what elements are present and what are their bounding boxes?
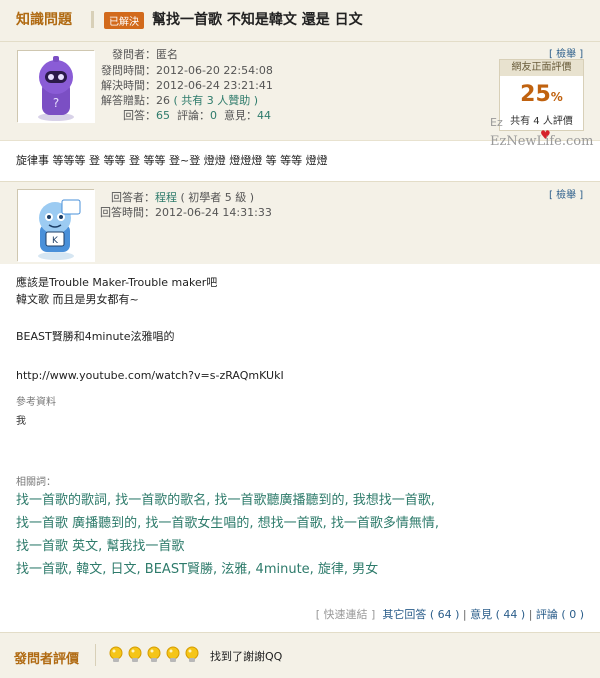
rating-value-wrap: 25% [500, 82, 583, 107]
question-body: 旋律事 等等等 登 等等 登 等等 登~登 燈燈 燈燈燈 等 等等 燈燈 [16, 154, 328, 167]
answerer-name[interactable]: 程程 [155, 191, 177, 204]
footer-divider-1: | [462, 608, 467, 621]
quick-link[interactable]: [ 快速連結 ] [316, 608, 376, 621]
question-title: 幫找一首歌 不知是韓文 還是 日文 [152, 12, 363, 28]
answer-time-row: 回答時間：2012-06-24 14:31:33 [99, 206, 272, 220]
asked-time-row: 發問時間：2012-06-20 22:54:08 [100, 64, 273, 78]
svg-text:?: ? [53, 96, 59, 110]
reference-label: 參考資料 [16, 397, 56, 408]
lightbulb-icon [109, 646, 123, 662]
resolved-badge: 已解決 [104, 12, 144, 29]
related-terms-line-2[interactable]: 找一首歌 廣播聽到的, 找一首歌女生唱的, 想找一首歌, 找一首歌多情無情, [16, 512, 439, 531]
rating-count: 共有 4 人評價 [510, 116, 573, 127]
solved-time-key: 解決時間： [101, 79, 156, 92]
related-terms-line-1[interactable]: 找一首歌的歌詞, 找一首歌的歌名, 找一首歌聽廣播聽到的, 我想找一首歌, [16, 489, 435, 508]
asker-key: 發問者： [112, 48, 156, 61]
opinions-link[interactable]: 意見 ( 44 ) [470, 608, 525, 621]
opinions-count[interactable]: 44 [257, 109, 271, 122]
asker-evaluation-panel [0, 632, 600, 678]
asked-time-key: 發問時間： [101, 64, 156, 77]
asker-avatar[interactable]: ? [17, 50, 95, 123]
rating-value: 25 [520, 82, 551, 107]
watermark-site: EzNewLife.com [490, 134, 594, 149]
stats-row: 回答：65 評論：0 意見：44 [100, 109, 271, 123]
answer-line-2: 韓文歌 而且是男女都有~ [16, 293, 139, 306]
answers-key: 回答： [123, 109, 156, 122]
opinions-key: 意見： [224, 109, 257, 122]
answers-count[interactable]: 65 [156, 109, 170, 122]
rating-heading: 網友正面評價 [500, 60, 583, 76]
other-answers-link[interactable]: 其它回答 ( 64 ) [382, 608, 459, 621]
report-question-link[interactable]: [ 檢舉 ] [549, 45, 583, 60]
answerer-level: ( 初學者 5 級 ) [180, 191, 255, 204]
answer-time-value: 2012-06-24 14:31:33 [155, 206, 272, 219]
solved-time-value: 2012-06-24 23:21:41 [156, 79, 273, 92]
related-terms-line-4[interactable]: 找一首歌, 韓文, 日文, BEAST賢勝, 泫雅, 4minute, 旋律, … [16, 558, 378, 577]
points-sponsor-note[interactable]: ( 共有 3 人贊助 ) [174, 94, 259, 107]
comments-count[interactable]: 0 [210, 109, 217, 122]
answerer-avatar[interactable]: K [17, 189, 95, 262]
footer-divider-2: | [528, 608, 533, 621]
purple-robot-avatar-icon: ? [18, 51, 95, 123]
lightbulb-icon [128, 646, 142, 662]
rating-unit: % [550, 90, 563, 104]
points-row: 解答贈點：26 ( 共有 3 人贊助 ) [100, 94, 258, 108]
answer-line-1: 應該是Trouble Maker-Trouble maker吧 [16, 276, 218, 289]
comments-key: 評論： [177, 109, 210, 122]
related-terms-label: 相關詞： [16, 477, 56, 488]
asked-time-value: 2012-06-20 22:54:08 [156, 64, 273, 77]
answerer-row: 回答者：程程 ( 初學者 5 級 ) [99, 191, 254, 205]
reference-value: 我 [16, 416, 26, 427]
blue-robot-avatar-icon: K [18, 190, 95, 262]
positive-rating-box: 網友正面評價 25% 共有 4 人評價 [499, 59, 584, 131]
evaluation-divider [95, 644, 96, 666]
asker-value[interactable]: 匿名 [156, 48, 178, 61]
asker-evaluation-label: 發問者評價 [14, 652, 80, 667]
asker-row: 發問者：匿名 [100, 48, 178, 62]
related-terms-line-3[interactable]: 找一首歌 英文, 幫我找一首歌 [16, 535, 184, 554]
points-key: 解答贈點： [101, 94, 156, 107]
section-label: 知識問題 [16, 12, 72, 28]
answer-time-key: 回答時間： [100, 206, 155, 219]
evaluation-bulbs [108, 646, 200, 664]
answer-url: http://www.youtube.com/watch?v=s-zRAQmKU… [16, 369, 284, 382]
report-answer-link[interactable]: [ 檢舉 ] [549, 186, 583, 201]
lightbulb-icon [147, 646, 161, 662]
header-divider [91, 11, 94, 28]
points-value: 26 [156, 94, 170, 107]
asker-evaluation-comment: 找到了謝謝QQ [210, 650, 283, 663]
answerer-key: 回答者： [111, 191, 155, 204]
watermark-short: Ez [490, 116, 503, 129]
comments-link[interactable]: 評論 ( 0 ) [536, 608, 584, 621]
lightbulb-icon [166, 646, 180, 662]
solved-time-row: 解決時間：2012-06-24 23:21:41 [100, 79, 273, 93]
lightbulb-icon [185, 646, 199, 662]
answer-line-3: BEAST賢勝和4minute泫雅唱的 [16, 330, 175, 343]
answer-footer-links: [ 快速連結 ] 其它回答 ( 64 ) | 意見 ( 44 ) | 評論 ( … [316, 606, 584, 622]
